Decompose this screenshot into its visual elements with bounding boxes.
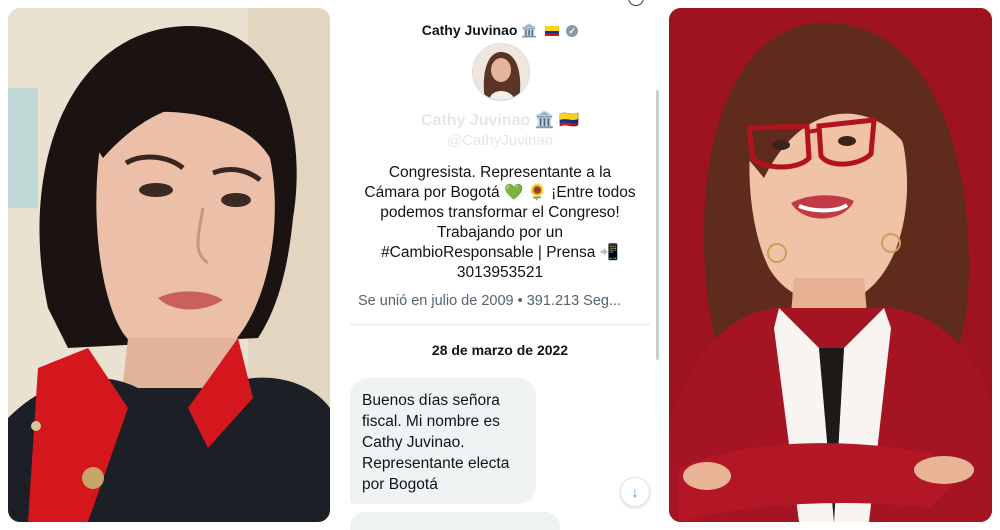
bio-line: Congresista. Representante a la xyxy=(388,164,612,181)
bio-line: 3013953521 xyxy=(456,264,544,281)
profile-header: Cathy Juvinao 🏛️ ✓ xyxy=(340,22,660,39)
message-bubble-next[interactable] xyxy=(350,512,560,530)
message-line: por Bogotá xyxy=(362,476,438,493)
arrow-down-icon: ↓ xyxy=(631,484,639,500)
verified-badge-icon: ✓ xyxy=(566,25,579,38)
colombia-flag-icon xyxy=(545,26,560,37)
message-line: Buenos días señora xyxy=(362,392,500,409)
message-line: Representante electa xyxy=(362,455,510,472)
profile-handle[interactable]: @CathyJuvinao xyxy=(340,132,660,149)
profile-display-name: Cathy Juvinao 🏛️ 🇨🇴 xyxy=(420,112,580,129)
profile-joined-followers: Se unió en julio de 2009 • 391.213 Seg..… xyxy=(358,293,622,309)
bio-line: #CambioResponsable | Prensa 📲 xyxy=(381,244,619,261)
menu-icon[interactable] xyxy=(628,0,644,6)
divider xyxy=(350,324,650,325)
profile-name: Cathy Juvinao xyxy=(421,22,518,38)
scrollbar[interactable] xyxy=(656,90,659,360)
message-text: Buenos días señora fiscal. Mi nombre es … xyxy=(362,390,532,495)
avatar-image xyxy=(473,44,529,100)
institution-icon: 🏛️ xyxy=(521,23,538,38)
bio-line: Trabajando por un xyxy=(436,224,564,241)
woman-portrait-right xyxy=(669,8,992,522)
bio-line: podemos transformar el Congreso! xyxy=(380,204,620,221)
twitter-dm-screenshot: Cathy Juvinao 🏛️ ✓ Cathy Juvinao 🏛️ 🇨🇴 @… xyxy=(340,0,660,530)
photo-right xyxy=(669,8,992,522)
scroll-down-button[interactable]: ↓ xyxy=(620,477,650,507)
bio-line: Cámara por Bogotá 💚 🌻 ¡Entre todos xyxy=(364,184,636,201)
photo-left xyxy=(8,8,330,522)
woman-portrait-left xyxy=(8,8,330,522)
profile-bio: Congresista. Representante a la Cámara p… xyxy=(350,163,650,283)
conversation-date: 28 de marzo de 2022 xyxy=(431,342,569,358)
message-line: fiscal. Mi nombre es xyxy=(362,413,500,430)
avatar[interactable] xyxy=(472,43,530,101)
message-line: Cathy Juvinao. xyxy=(362,434,465,451)
